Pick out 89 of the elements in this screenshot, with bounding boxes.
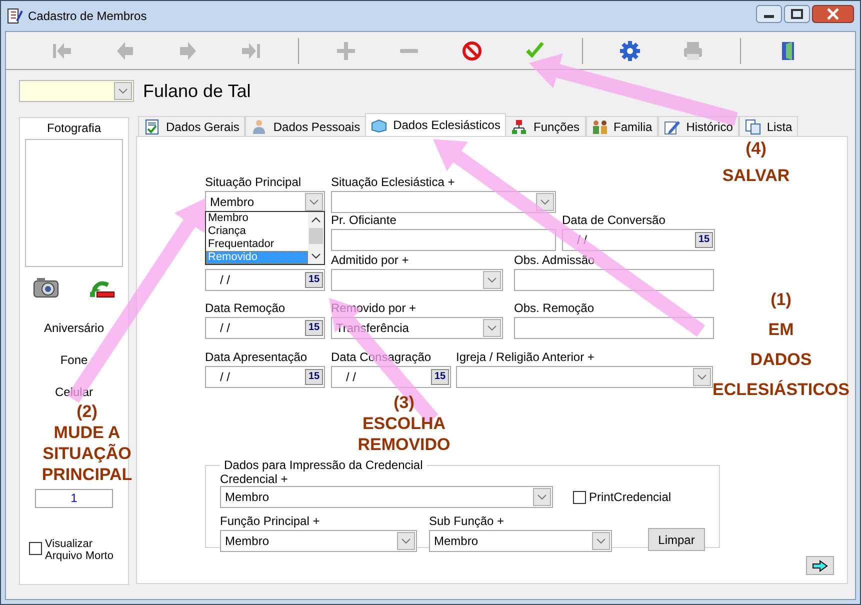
field-label: Obs. Admissão: [514, 253, 596, 269]
annotation-text: PRINCIPAL: [42, 464, 132, 485]
window-title: Cadastro de Membros: [28, 8, 147, 22]
close-icon[interactable]: [812, 5, 854, 23]
maximize-icon[interactable]: [784, 5, 810, 23]
text-field[interactable]: [514, 317, 714, 339]
tab[interactable]: Lista: [738, 116, 798, 136]
field-label: Igreja / Religião Anterior +: [456, 350, 596, 366]
text-field[interactable]: [331, 229, 556, 251]
date-field[interactable]: / / 15: [205, 366, 325, 388]
print-checkbox[interactable]: [573, 490, 586, 504]
tab[interactable]: Funções: [505, 116, 586, 136]
field-label: Sub Função +: [429, 514, 506, 530]
dropdown-icon[interactable]: [693, 368, 711, 386]
number-field[interactable]: 1: [35, 489, 113, 508]
date-field[interactable]: / / 15: [205, 269, 325, 291]
field-label: Obs. Remoção: [514, 301, 596, 317]
photo-label: Fotografia: [46, 121, 102, 135]
annotation-text: REMOVIDO: [358, 434, 450, 455]
field-label: Data Consagração: [331, 350, 432, 366]
dropdown-icon[interactable]: [592, 532, 610, 550]
next-page-button[interactable]: [806, 556, 834, 575]
cancel-icon[interactable]: [460, 38, 484, 62]
dropdown-icon[interactable]: [483, 319, 501, 337]
annotation-number: (1): [770, 289, 792, 311]
field-label: Função Principal +: [220, 514, 321, 530]
field-label: Situação Eclesiástica +: [331, 175, 456, 191]
arrow-icon: [812, 560, 828, 572]
combo-box[interactable]: [331, 269, 503, 291]
tab[interactable]: Dados Pessoais: [245, 116, 366, 136]
annotation-number: (3): [394, 392, 414, 413]
member-combo[interactable]: [19, 80, 134, 102]
group-title: Dados para Impressão da Credencial: [223, 458, 424, 472]
field-label: Fone: [60, 353, 88, 367]
field-label: Celular: [54, 385, 93, 399]
app-icon: [7, 8, 23, 24]
dropdown-icon[interactable]: [533, 488, 551, 506]
field-label: Data Apresentação: [205, 350, 308, 366]
field-label: Aniversário: [44, 321, 104, 335]
annotation-number: (4): [746, 138, 766, 160]
annotation-number: (2): [76, 401, 98, 422]
field-label: Removido por +: [331, 301, 418, 317]
combo-box[interactable]: Membro: [220, 530, 417, 552]
annotation-text: DADOS: [750, 349, 812, 371]
list-option[interactable]: Criança: [206, 225, 308, 238]
calendar-button[interactable]: 15: [695, 232, 713, 248]
person-icon: [251, 118, 268, 134]
field-label: Data Remoção: [205, 301, 286, 317]
dropdown-icon[interactable]: [536, 193, 554, 211]
field-label: Data de Conversão: [562, 213, 666, 229]
annotation-text: ESCOLHA: [362, 413, 446, 434]
calendar-button[interactable]: 15: [431, 369, 449, 385]
archive-checkbox[interactable]: [29, 542, 42, 555]
calendar-button[interactable]: 15: [305, 272, 323, 288]
minimize-icon[interactable]: [756, 5, 782, 23]
annotation-text: ECLESIÁSTICOS: [712, 379, 850, 401]
list-option[interactable]: Membro: [206, 212, 308, 225]
field-label: Pr. Oficiante: [331, 213, 398, 229]
checkbox-label: Visualizar Arquivo Morto: [45, 538, 114, 562]
scrollbar[interactable]: [308, 212, 324, 264]
field-label: Admitido por +: [331, 253, 410, 269]
dropdown-icon[interactable]: [397, 532, 415, 550]
date-field[interactable]: / / 15: [205, 317, 325, 339]
combo-box[interactable]: Membro: [220, 486, 553, 508]
dropdown-icon[interactable]: [305, 193, 323, 211]
org-chart-icon: [511, 118, 528, 134]
dropdown-icon[interactable]: [483, 271, 501, 289]
combo-box[interactable]: Membro: [205, 191, 325, 213]
calendar-button[interactable]: 15: [305, 369, 323, 385]
annotation-text: EM: [768, 319, 794, 341]
tab[interactable]: Familia: [586, 116, 658, 136]
annotation-text: SITUAÇÃO: [42, 443, 132, 464]
annotation-text: MUDE A: [54, 422, 120, 443]
tab[interactable]: Dados Eclesiásticos: [365, 113, 506, 136]
tab[interactable]: Dados Gerais: [138, 116, 246, 136]
annotation-text: SALVAR: [722, 165, 790, 187]
calendar-button[interactable]: 15: [305, 320, 323, 336]
checkbox-label: PrintCredencial: [589, 490, 672, 504]
clear-button[interactable]: Limpar: [648, 528, 705, 551]
field-label: Credencial +: [220, 472, 288, 486]
list-option[interactable]: Frequentador: [206, 238, 308, 251]
field-label: Situação Principal: [205, 175, 302, 191]
combo-box[interactable]: [456, 366, 713, 388]
member-name: Fulano de Tal: [143, 80, 251, 102]
dropdown-icon[interactable]: [114, 82, 132, 100]
camera-icon[interactable]: [33, 277, 59, 299]
combo-box[interactable]: Membro: [429, 530, 612, 552]
people-icon: [592, 118, 608, 134]
settings-icon[interactable]: [618, 38, 642, 62]
